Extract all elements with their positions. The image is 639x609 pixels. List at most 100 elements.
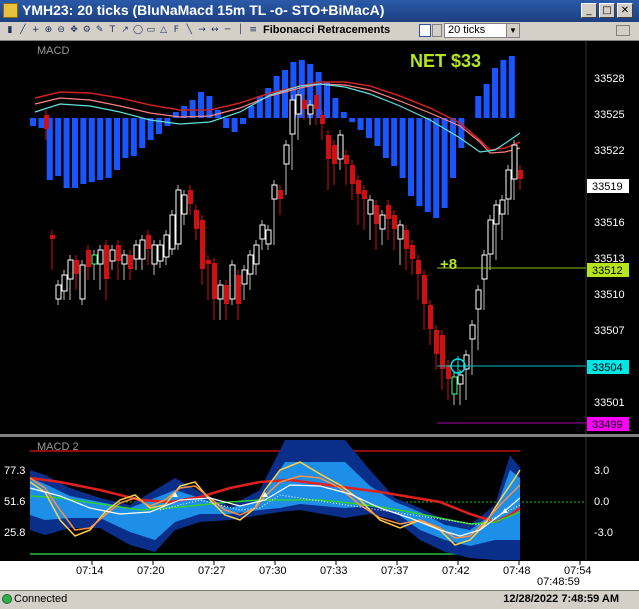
- line-icon[interactable]: ╱: [17, 24, 29, 37]
- macd-histogram-bar: [206, 96, 213, 118]
- time-label: 07:33: [320, 565, 348, 577]
- fibonacci-color-icon[interactable]: [419, 24, 431, 37]
- candle-body: [200, 220, 205, 269]
- candle-body: [302, 100, 307, 109]
- time-label: 07:42: [442, 565, 470, 577]
- bar-icon[interactable]: ▮: [4, 24, 16, 37]
- macd-histogram-bar: [55, 118, 62, 176]
- price-marker-label: 33504: [592, 362, 623, 374]
- candle-body: [50, 235, 55, 239]
- macd-histogram-bar: [273, 76, 280, 118]
- candle-body: [404, 230, 409, 249]
- vertical-line-icon[interactable]: │: [234, 24, 246, 37]
- rectangle-icon[interactable]: ▭: [145, 24, 157, 37]
- candle-body: [511, 144, 518, 180]
- chart-toolbar: ▮ ╱ + ⊕ ⊖ ✥ ⚙ ✎ T ↗ ◯ ▭ △ F ╲ → ↔ ─ │ ≡ Fibonacci Retraceme…: [0, 22, 639, 41]
- candle-body: [151, 244, 158, 265]
- candle-body: [128, 255, 133, 269]
- trade-pnl-label: +8: [440, 256, 457, 273]
- panel-toggle-icon[interactable]: [616, 25, 630, 36]
- zoom-out-icon[interactable]: ⊖: [55, 24, 67, 37]
- candle-body: [91, 254, 98, 265]
- time-label: 07:14: [76, 565, 104, 577]
- candle-body: [416, 260, 421, 274]
- macd-histogram-bar: [223, 118, 230, 128]
- macd-histogram-bar: [424, 118, 431, 212]
- trendline-icon[interactable]: ╲: [183, 24, 195, 37]
- macd-histogram-bar: [340, 112, 347, 118]
- candle-body: [44, 115, 49, 129]
- macd-histogram-bar: [324, 82, 330, 118]
- price-tick: 33525: [594, 109, 625, 121]
- candle-body: [67, 259, 74, 280]
- arrow-icon[interactable]: ↗: [119, 24, 131, 37]
- candle-body: [451, 376, 458, 395]
- macd-histogram-bar: [349, 118, 356, 122]
- candle-body: [518, 170, 523, 179]
- draw-icon[interactable]: ✎: [94, 24, 106, 37]
- candle-body: [397, 224, 404, 240]
- macd-histogram-bar: [30, 118, 36, 126]
- close-button[interactable]: ✕: [617, 3, 633, 18]
- candle-body: [386, 205, 391, 219]
- candle-body: [278, 190, 283, 199]
- macd-histogram-bar: [441, 118, 448, 208]
- net-pnl-text: NET $33: [410, 51, 481, 71]
- pan-icon[interactable]: ✥: [68, 24, 80, 37]
- macd-histogram-bar: [450, 118, 456, 178]
- time-label: 07:37: [381, 565, 409, 577]
- ellipse-icon[interactable]: ◯: [132, 24, 144, 37]
- candle-body: [181, 194, 188, 215]
- window-title: YMH23: 20 ticks (BluNaMacd 15m TL -o- ST…: [22, 2, 385, 18]
- candle-body: [146, 235, 151, 249]
- candle-body: [121, 254, 128, 265]
- macd-histogram-bar: [130, 118, 137, 156]
- horizontal-line-icon[interactable]: ─: [222, 24, 234, 37]
- channel-icon[interactable]: ≡: [247, 24, 259, 37]
- properties-icon[interactable]: ⚙: [81, 24, 93, 37]
- macd-histogram-bar: [500, 60, 507, 118]
- price-tick: 33522: [594, 145, 625, 157]
- macd-histogram-bar: [189, 100, 196, 118]
- crosshair-icon[interactable]: +: [30, 24, 42, 37]
- candle-body: [229, 264, 236, 300]
- candle-body: [295, 94, 302, 115]
- ray-icon[interactable]: →: [196, 24, 208, 37]
- candle-body: [314, 95, 319, 109]
- candle-body: [505, 169, 512, 200]
- candle-body: [224, 285, 229, 304]
- minimize-button[interactable]: _: [581, 3, 597, 18]
- candle-body: [157, 244, 164, 262]
- candle-body: [392, 215, 397, 229]
- candle-body: [169, 214, 176, 250]
- zoom-in-icon[interactable]: ⊕: [42, 24, 54, 37]
- status-bar: Connected 12/28/2022 7:48:59 AM: [0, 590, 639, 609]
- fibonacci-tool-label[interactable]: Fibonacci Retracements: [263, 24, 390, 36]
- status-datetime: 12/28/2022 7:48:59 AM: [503, 593, 619, 605]
- right-tick-3: -3.0: [594, 527, 613, 539]
- candle-body: [194, 210, 199, 229]
- right-tick-1: 3.0: [594, 465, 609, 477]
- macd-histogram-bar: [248, 106, 255, 118]
- chevron-down-icon[interactable]: ▼: [506, 24, 519, 37]
- fibonacci-style-icon[interactable]: [432, 24, 442, 37]
- price-chart[interactable]: MACD NET $33 +8 33528 33525 33522 33519 3351…: [0, 41, 639, 590]
- fibonacci-icon[interactable]: F: [170, 24, 182, 37]
- candle-body: [367, 199, 374, 215]
- extended-line-icon[interactable]: ↔: [209, 24, 221, 37]
- candle-body: [356, 180, 361, 194]
- price-marker-label: 33519: [592, 181, 623, 193]
- macd-histogram-bar: [366, 118, 372, 138]
- candle-body: [289, 99, 296, 135]
- maximize-button[interactable]: □: [599, 3, 615, 18]
- macd-histogram-bar: [80, 118, 87, 184]
- price-marker-label: 33499: [592, 419, 623, 431]
- candle-body: [206, 260, 211, 264]
- candle-body: [104, 245, 109, 279]
- triangle-icon[interactable]: △: [158, 24, 170, 37]
- interval-select[interactable]: 20 ticks ▼: [444, 23, 520, 38]
- candle-body: [475, 289, 482, 310]
- text-icon[interactable]: T: [106, 24, 118, 37]
- macd-histogram-bar: [416, 118, 423, 206]
- candle-body: [55, 284, 62, 300]
